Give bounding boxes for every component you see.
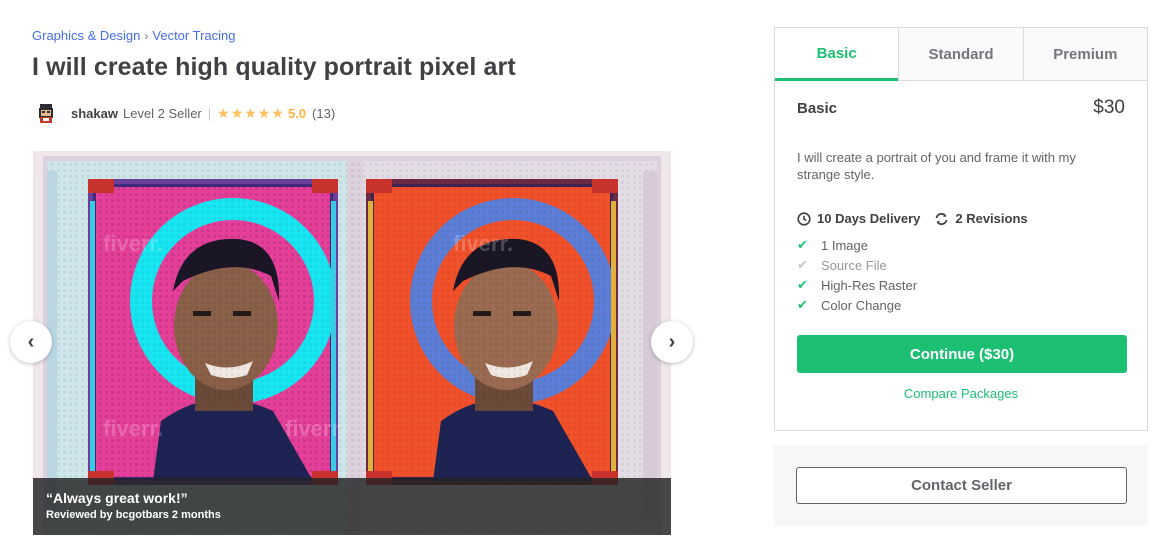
- review-snippet: “Always great work!” Reviewed by bcgotba…: [33, 478, 671, 535]
- star-icon: ★: [230, 105, 244, 121]
- continue-button[interactable]: Continue ($30): [797, 335, 1127, 373]
- chevron-left-icon: ‹: [27, 330, 35, 353]
- rating-count-link[interactable]: (13): [312, 106, 335, 121]
- check-icon: ✔: [797, 277, 808, 292]
- breadcrumb-separator: ›: [144, 28, 149, 43]
- chevron-right-icon: ›: [668, 330, 676, 353]
- watermark: fiverr.: [103, 416, 163, 441]
- package-description: I will create a portrait of you and fram…: [797, 150, 1076, 182]
- list-item: ✔ High-Res Raster: [797, 277, 918, 293]
- seller-overview: shakaw Level 2 Seller | ★ ★ ★ ★ ★ 5.0 (1…: [34, 101, 335, 125]
- watermark: fiverr.: [453, 231, 513, 256]
- tab-premium[interactable]: Premium: [1022, 28, 1147, 81]
- contact-section: Contact Seller: [774, 445, 1148, 526]
- package-tabs: Basic Standard Premium: [775, 28, 1147, 81]
- star-icon: ★: [244, 105, 257, 121]
- gallery-next-button[interactable]: ›: [651, 321, 693, 363]
- star-icon: ★: [257, 105, 271, 121]
- package-name: Basic: [797, 99, 838, 117]
- gallery-prev-button[interactable]: ‹: [10, 321, 52, 363]
- seller-avatar[interactable]: [34, 101, 58, 125]
- seller-level: Level 2 Seller: [122, 105, 202, 121]
- refresh-icon: [934, 212, 949, 226]
- review-author: Reviewed by bcgotbars 2 months: [46, 509, 221, 521]
- package-price: $30: [1093, 97, 1125, 118]
- tab-basic[interactable]: Basic: [775, 28, 899, 81]
- review-quote: “Always great work!”: [46, 490, 188, 506]
- clock-icon: [797, 211, 811, 226]
- list-item: ✔ Source File: [797, 257, 887, 273]
- package-panel: Basic Standard Premium Basic $30 I will …: [774, 27, 1148, 431]
- check-icon: ✔: [797, 237, 808, 252]
- list-item: ✔ Color Change: [797, 297, 902, 313]
- gig-title: I will create high quality portrait pixe…: [32, 53, 516, 81]
- rating-score: 5.0: [287, 105, 307, 121]
- seller-name-link[interactable]: shakaw: [71, 106, 118, 121]
- breadcrumb-subcategory-link[interactable]: Vector Tracing: [152, 28, 235, 43]
- check-icon: ✔: [797, 297, 808, 312]
- compare-packages-link[interactable]: Compare Packages: [797, 386, 1125, 401]
- seller-divider: |: [207, 105, 212, 121]
- revisions-count: 2 Revisions: [955, 211, 1028, 226]
- tab-standard[interactable]: Standard: [898, 28, 1023, 81]
- rating-stars: ★ ★ ★ ★ ★: [217, 106, 284, 120]
- star-icon: ★: [217, 105, 230, 121]
- check-icon: ✔: [797, 257, 808, 272]
- list-item: ✔ 1 Image: [797, 237, 868, 253]
- feature-list: ✔ 1 Image ✔ Source File ✔ High-Res Raster ✔…: [797, 235, 1125, 315]
- watermark: fiverr.: [103, 231, 163, 256]
- contact-seller-button[interactable]: Contact Seller: [796, 467, 1127, 504]
- breadcrumb-category-link[interactable]: Graphics & Design: [32, 28, 140, 43]
- star-icon: ★: [271, 105, 284, 121]
- watermark: fiverr.: [285, 416, 345, 441]
- gig-gallery[interactable]: fiverr. fiverr. fiverr. fiverr. “Always …: [33, 151, 671, 535]
- breadcrumb: Graphics & Design › Vector Tracing: [32, 28, 236, 43]
- delivery-time: 10 Days Delivery: [817, 211, 921, 226]
